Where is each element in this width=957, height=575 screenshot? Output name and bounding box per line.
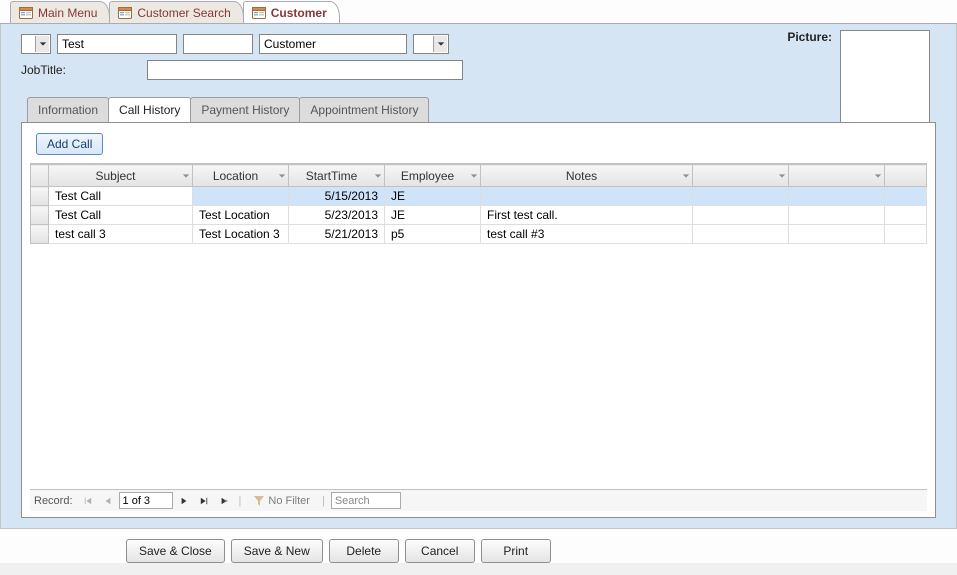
- tab-appointment-history[interactable]: Appointment History: [299, 97, 429, 122]
- cell-location[interactable]: Test Location: [193, 206, 289, 225]
- suffix-combo[interactable]: [413, 34, 449, 54]
- form-icon: [252, 7, 266, 19]
- chevron-down-icon[interactable]: [35, 36, 49, 52]
- col-subject[interactable]: Subject: [49, 165, 193, 187]
- nav-search-input[interactable]: [331, 492, 401, 509]
- chevron-down-icon[interactable]: [182, 169, 190, 183]
- cell-empty: [693, 206, 789, 225]
- record-navigator: Record: | No Filter |: [30, 489, 927, 511]
- save-close-button[interactable]: Save & Close: [126, 539, 225, 563]
- col-notes[interactable]: Notes: [481, 165, 693, 187]
- nav-next-icon[interactable]: [175, 493, 193, 509]
- jobtitle-input[interactable]: [147, 60, 463, 80]
- filter-control[interactable]: No Filter: [253, 495, 310, 507]
- nav-first-icon[interactable]: [79, 493, 97, 509]
- prefix-combo[interactable]: [21, 34, 51, 54]
- record-label: Record:: [34, 495, 73, 507]
- row-selector[interactable]: [31, 225, 49, 244]
- col-end: [885, 165, 927, 187]
- cell-empty: [693, 187, 789, 206]
- cell-starttime[interactable]: 5/23/2013: [289, 206, 385, 225]
- cell-empty: [789, 225, 885, 244]
- cell-subject[interactable]: Test Call: [49, 187, 193, 206]
- chevron-down-icon[interactable]: [874, 169, 882, 183]
- delete-button[interactable]: Delete: [329, 539, 399, 563]
- funnel-icon: [253, 495, 265, 507]
- row-selector-header[interactable]: [31, 165, 49, 187]
- chevron-down-icon[interactable]: [778, 169, 786, 183]
- window-tabs: Main Menu Customer Search Customer: [0, 0, 957, 24]
- nav-new-icon[interactable]: [215, 493, 233, 509]
- col-location[interactable]: Location: [193, 165, 289, 187]
- chevron-down-icon[interactable]: [682, 169, 690, 183]
- cell-notes[interactable]: [481, 187, 693, 206]
- cancel-button[interactable]: Cancel: [405, 539, 475, 563]
- cell-employee[interactable]: JE: [385, 206, 481, 225]
- tab-information[interactable]: Information: [27, 97, 109, 122]
- separator: |: [239, 495, 242, 507]
- cell-empty: [885, 206, 927, 225]
- call-grid: SubjectLocationStartTimeEmployeeNotes Te…: [30, 163, 927, 489]
- window-tab-label: Customer Search: [137, 6, 230, 20]
- picture-label: Picture:: [787, 30, 832, 44]
- col-extra[interactable]: [693, 165, 789, 187]
- form-icon: [118, 7, 132, 19]
- cell-employee[interactable]: JE: [385, 187, 481, 206]
- cell-starttime[interactable]: 5/15/2013: [289, 187, 385, 206]
- chevron-down-icon[interactable]: [470, 169, 478, 183]
- cell-empty: [693, 225, 789, 244]
- chevron-down-icon[interactable]: [433, 36, 447, 52]
- row-selector[interactable]: [31, 206, 49, 225]
- cell-subject[interactable]: Test Call: [49, 206, 193, 225]
- col-employee[interactable]: Employee: [385, 165, 481, 187]
- window-tab-customer-search[interactable]: Customer Search: [109, 1, 243, 23]
- print-button[interactable]: Print: [481, 539, 551, 563]
- middle-name-input[interactable]: [183, 34, 253, 54]
- row-selector[interactable]: [31, 187, 49, 206]
- col-starttime[interactable]: StartTime: [289, 165, 385, 187]
- cell-empty: [789, 206, 885, 225]
- cell-location[interactable]: [193, 187, 289, 206]
- chevron-down-icon[interactable]: [278, 169, 286, 183]
- col-extra[interactable]: [789, 165, 885, 187]
- window-tab-label: Main Menu: [38, 6, 97, 20]
- cell-subject[interactable]: test call 3: [49, 225, 193, 244]
- nav-prev-icon[interactable]: [99, 493, 117, 509]
- call-history-panel: Add Call SubjectLocationStartTimeEmploye…: [21, 122, 936, 518]
- record-position-input[interactable]: [119, 492, 173, 509]
- cell-location[interactable]: Test Location 3: [193, 225, 289, 244]
- customer-form: JobTitle: Picture: InformationCall Histo…: [0, 24, 957, 529]
- last-name-input[interactable]: [259, 34, 407, 54]
- table-row[interactable]: Test CallTest Location5/23/2013JEFirst t…: [31, 206, 927, 225]
- action-bar: Save & Close Save & New Delete Cancel Pr…: [0, 529, 957, 563]
- cell-empty: [885, 225, 927, 244]
- separator: |: [322, 495, 325, 507]
- jobtitle-label: JobTitle:: [21, 63, 139, 77]
- tab-payment-history[interactable]: Payment History: [190, 97, 300, 122]
- window-tab-customer[interactable]: Customer: [243, 1, 340, 23]
- nav-last-icon[interactable]: [195, 493, 213, 509]
- tab-call-history[interactable]: Call History: [108, 97, 191, 122]
- add-call-button[interactable]: Add Call: [36, 133, 103, 155]
- form-icon: [19, 7, 33, 19]
- first-name-input[interactable]: [57, 34, 177, 54]
- cell-empty: [789, 187, 885, 206]
- window-tab-label: Customer: [271, 6, 327, 20]
- table-row[interactable]: Test Call 5/15/2013JE: [31, 187, 927, 206]
- window-tab-main-menu[interactable]: Main Menu: [10, 1, 110, 23]
- filter-label: No Filter: [268, 495, 310, 507]
- cell-notes[interactable]: First test call.: [481, 206, 693, 225]
- table-row[interactable]: test call 3Test Location 35/21/2013p5tes…: [31, 225, 927, 244]
- cell-empty: [885, 187, 927, 206]
- cell-employee[interactable]: p5: [385, 225, 481, 244]
- save-new-button[interactable]: Save & New: [231, 539, 323, 563]
- cell-notes[interactable]: test call #3: [481, 225, 693, 244]
- chevron-down-icon[interactable]: [374, 169, 382, 183]
- cell-starttime[interactable]: 5/21/2013: [289, 225, 385, 244]
